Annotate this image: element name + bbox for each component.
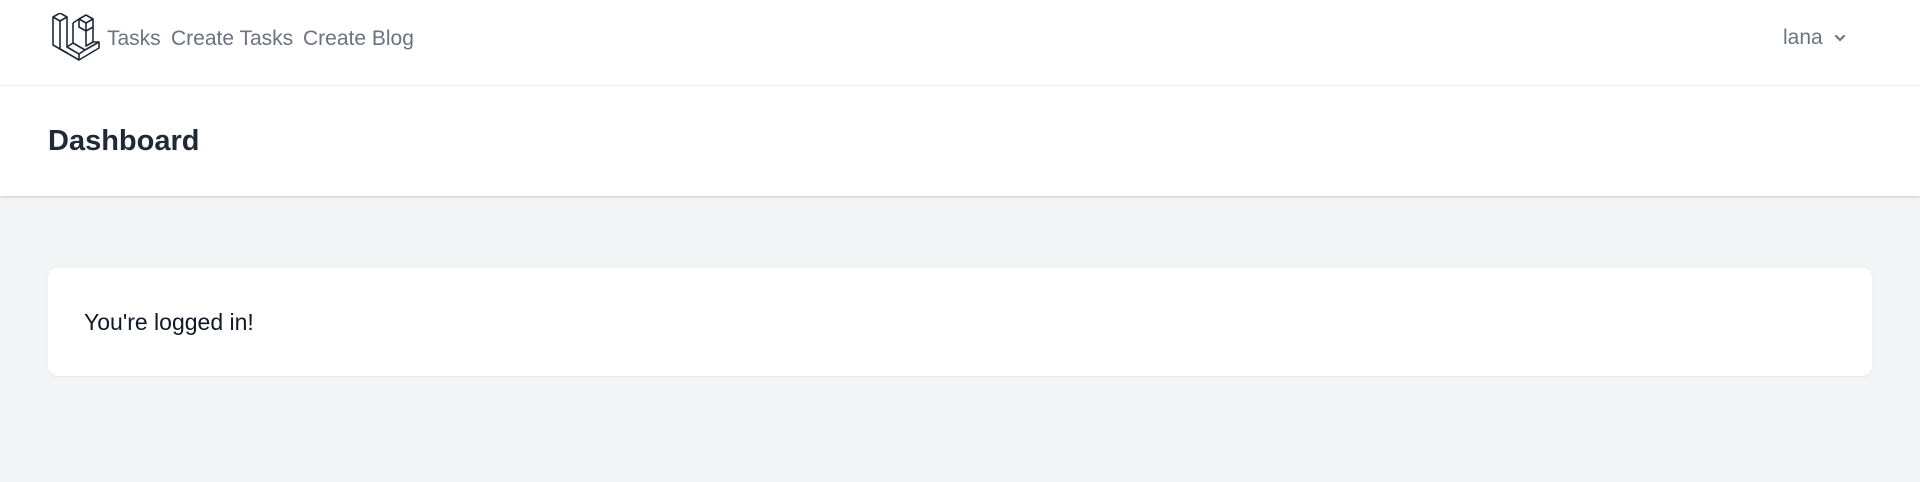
chevron-down-icon [1834,34,1845,42]
top-navigation: Tasks Create Tasks Create Blog lana [0,0,1920,86]
nav-link-create-blog[interactable]: Create Blog [303,26,414,52]
laravel-logo-icon[interactable] [51,13,101,61]
user-menu-dropdown[interactable]: lana [1783,25,1847,51]
status-card: You're logged in! [48,268,1872,376]
nav-link-tasks[interactable]: Tasks [107,26,161,52]
user-name: lana [1783,26,1823,49]
nav-link-create-tasks[interactable]: Create Tasks [171,26,293,52]
login-status-message: You're logged in! [84,309,254,335]
page-title: Dashboard [48,125,200,157]
page-header: Dashboard [0,86,1920,196]
